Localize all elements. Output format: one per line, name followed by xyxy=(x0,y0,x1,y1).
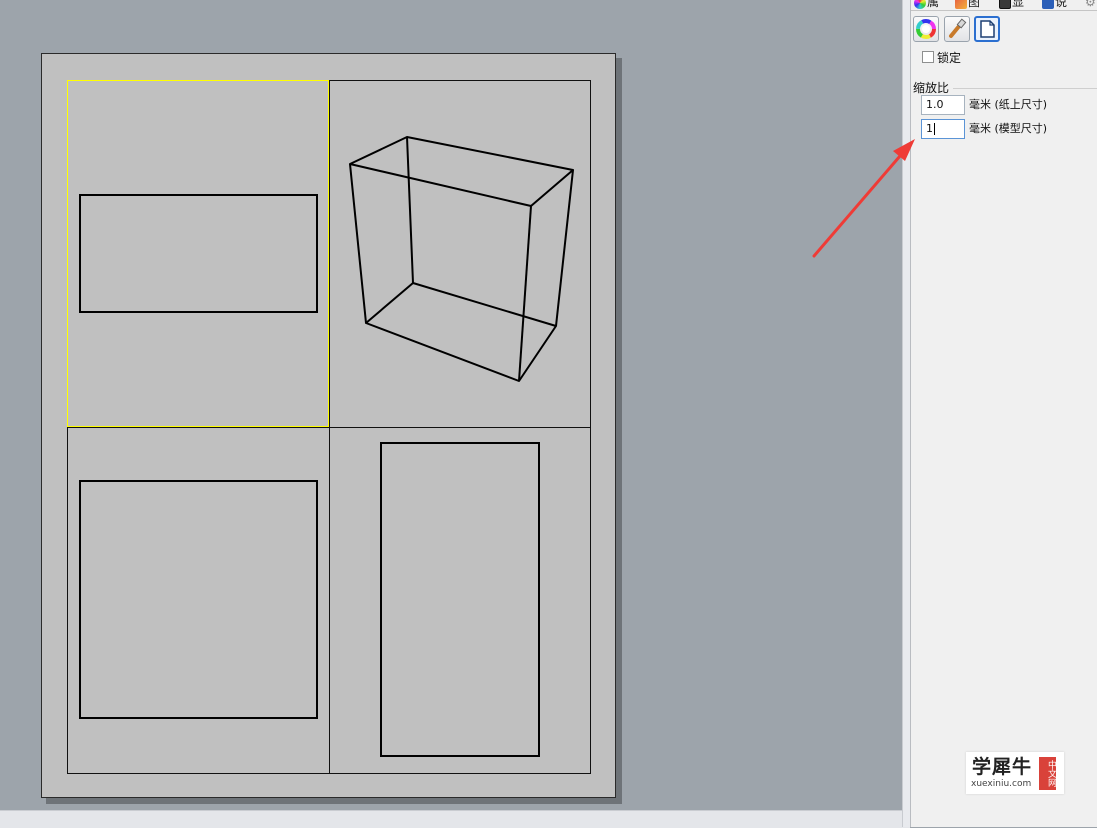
model-scale-unit: 毫米 (模型尺寸) xyxy=(969,122,1048,135)
scale-group-divider xyxy=(953,88,1097,89)
site-watermark-logo: 学犀牛 xuexiniu.com 中文网 xyxy=(966,752,1064,794)
detail-page-button[interactable] xyxy=(974,16,1000,42)
watermark-badge: 中文网 xyxy=(1039,757,1056,790)
layers-icon xyxy=(955,0,967,9)
brush-icon xyxy=(949,18,967,38)
panel-tabs: 属 图 显 说 ⚙ xyxy=(911,0,1097,11)
lock-label: 锁定 xyxy=(937,51,962,65)
model-scale-input[interactable]: 1 xyxy=(921,119,965,139)
lock-checkbox[interactable] xyxy=(922,51,934,63)
perspective-box-wireframe[interactable] xyxy=(349,136,574,382)
detail-front-rectangle[interactable] xyxy=(79,480,318,719)
tab-layers[interactable]: 图 xyxy=(955,0,980,10)
active-detail-highlight[interactable] xyxy=(67,80,329,427)
paper-scale-input[interactable]: 1.0 xyxy=(921,95,965,115)
watermark-title: 学犀牛 xyxy=(972,756,1033,778)
color-wheel-icon xyxy=(914,0,926,9)
decals-brush-button[interactable] xyxy=(944,16,970,42)
detail-views xyxy=(67,80,591,774)
paper-scale-unit: 毫米 (纸上尺寸) xyxy=(969,98,1048,111)
tab-help[interactable]: 说 xyxy=(1042,0,1067,10)
help-icon xyxy=(1042,0,1054,9)
monitor-icon xyxy=(999,0,1011,9)
detail-top-rectangle[interactable] xyxy=(79,194,318,313)
color-wheel-icon xyxy=(916,19,936,39)
material-color-button[interactable] xyxy=(913,16,939,42)
page-icon xyxy=(980,20,995,38)
tab-properties[interactable]: 属 xyxy=(914,0,939,10)
panel-options-icon[interactable]: ⚙ xyxy=(1085,0,1096,10)
properties-panel: 属 图 显 说 ⚙ 锁定 缩放比 1.0 毫米 (纸上尺寸) 1 毫米 (模型尺… xyxy=(910,0,1097,827)
tab-display[interactable]: 显 xyxy=(999,0,1024,10)
scale-group-label: 缩放比 xyxy=(913,81,953,95)
watermark-url: xuexiniu.com xyxy=(971,779,1032,789)
text-caret xyxy=(934,123,935,135)
detail-right-rectangle[interactable] xyxy=(380,442,540,757)
horizontal-scrollbar[interactable] xyxy=(0,810,910,828)
